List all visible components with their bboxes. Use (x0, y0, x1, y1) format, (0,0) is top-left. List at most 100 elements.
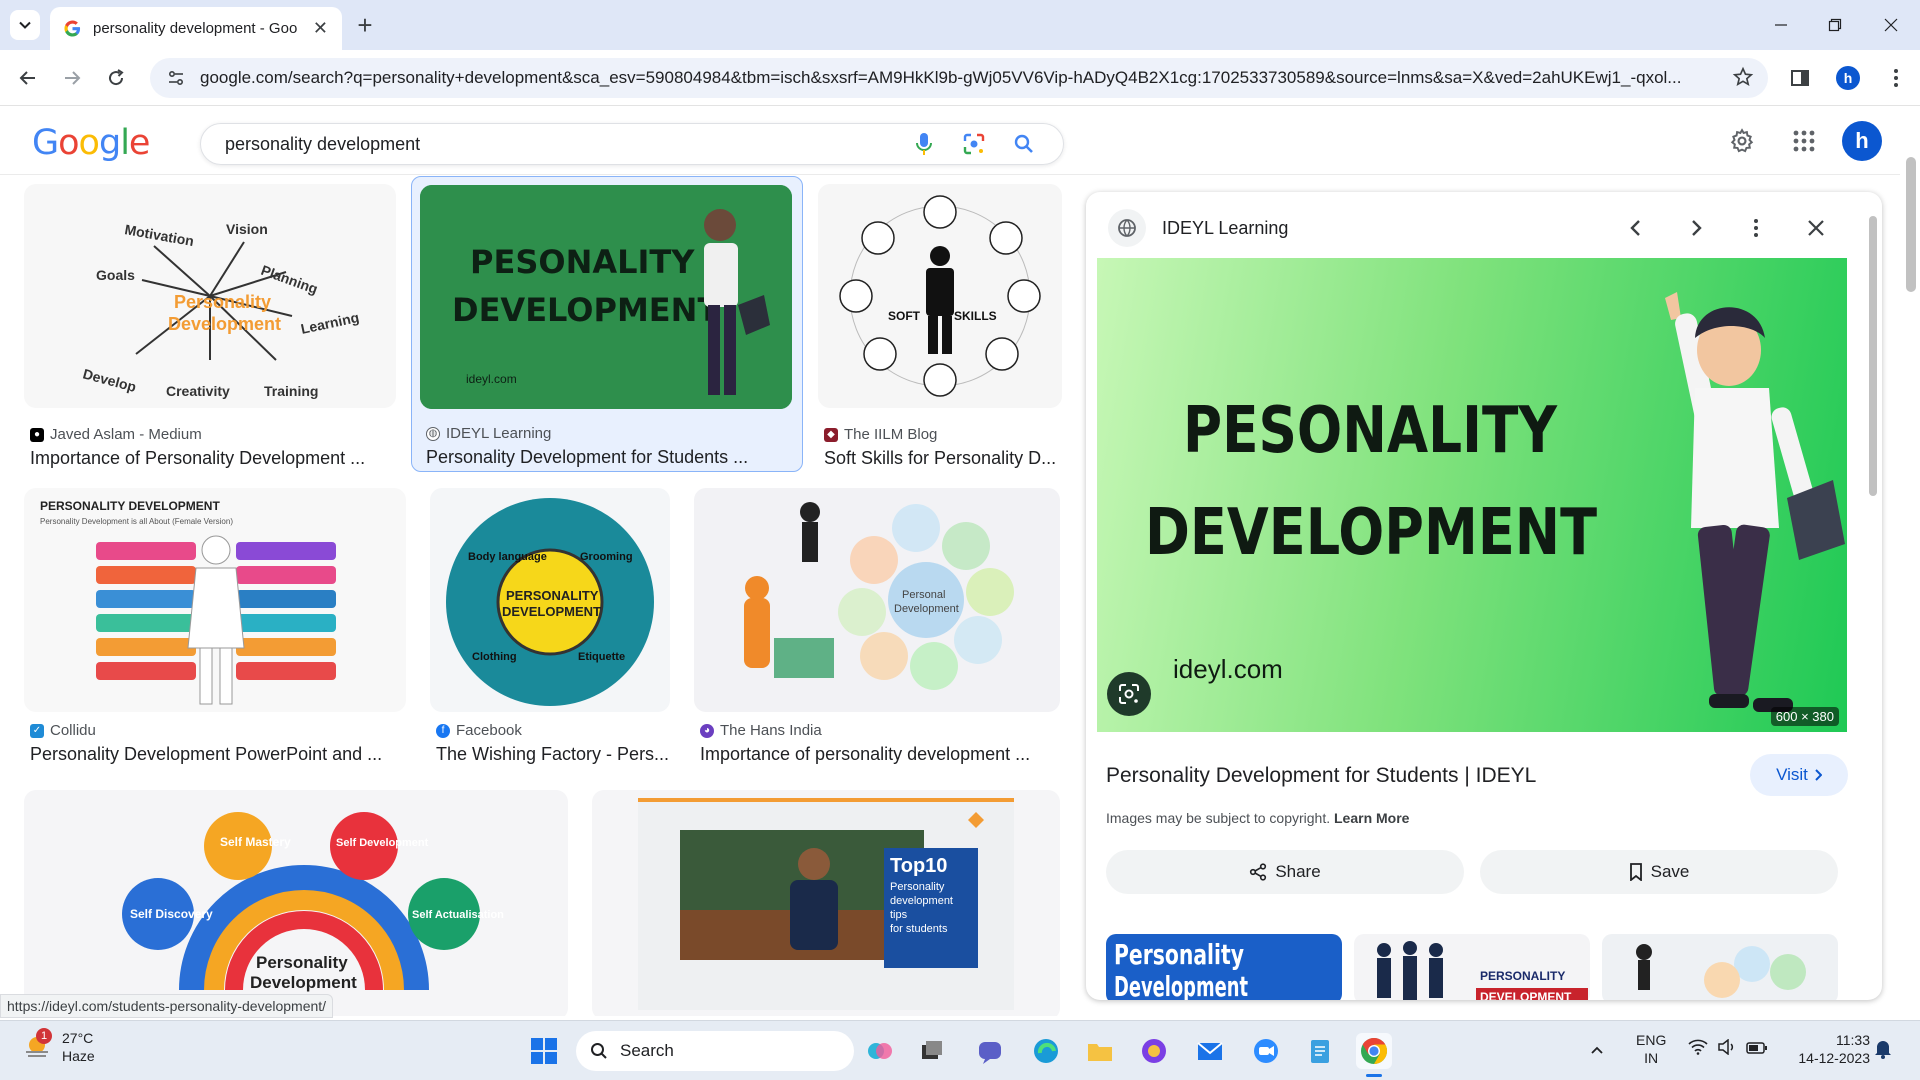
image-result-card[interactable]: Personality Development Self Mastery Sel… (24, 790, 568, 1016)
taskbar-search[interactable]: Search (576, 1031, 854, 1071)
lens-search-button[interactable] (1107, 672, 1151, 716)
taskbar-app-notepad[interactable] (1302, 1033, 1338, 1069)
weather-widget[interactable]: 1 27°C Haze (22, 1028, 95, 1065)
result-thumbnail[interactable]: PERSONALITY DEVELOPMENT Body language Gr… (430, 488, 670, 712)
page-scrollbar[interactable] (1902, 107, 1920, 1017)
taskbar-app-zoom[interactable] (1248, 1033, 1284, 1069)
close-panel-button[interactable] (1796, 208, 1836, 248)
bell-icon (1875, 1041, 1891, 1059)
address-bar[interactable]: google.com/search?q=personality+developm… (150, 58, 1768, 98)
account-button[interactable]: h (1842, 121, 1882, 161)
share-button[interactable]: Share (1106, 850, 1464, 894)
more-options-button[interactable] (1736, 208, 1776, 248)
start-button[interactable] (526, 1033, 562, 1069)
lens-search-icon[interactable] (959, 129, 989, 159)
restore-button[interactable] (1806, 0, 1864, 50)
image-result-card[interactable]: SOFT SKILLS ◆ The IILM Blog Soft Skills … (818, 184, 1062, 472)
wifi-icon (1688, 1039, 1708, 1055)
active-tab[interactable]: personality development - Goo ✕ (50, 7, 342, 50)
taskbar-app-task-view[interactable] (914, 1033, 950, 1069)
panel-scrollbar[interactable] (1866, 202, 1880, 992)
result-title[interactable]: Soft Skills for Personality D... (824, 448, 1060, 469)
image-result-card-selected[interactable]: PESONALITY DEVELOPMENT ideyl.com ◍ IDEYL… (411, 176, 803, 472)
result-thumbnail[interactable]: Motivation Vision Goals Planning Persona… (24, 184, 396, 408)
next-result-button[interactable] (1676, 208, 1716, 248)
image-result-card[interactable]: Motivation Vision Goals Planning Persona… (24, 184, 396, 472)
result-source-name: The IILM Blog (844, 426, 938, 443)
weather-badge: 1 (36, 1028, 52, 1044)
tab-close-icon[interactable]: ✕ (313, 18, 328, 39)
image-result-card[interactable]: PERSONALITY DEVELOPMENT Personality Deve… (24, 488, 406, 776)
chrome-menu-button[interactable] (1880, 62, 1912, 94)
image-result-card[interactable]: PERSONALITY DEVELOPMENT Body language Gr… (430, 488, 670, 776)
result-title[interactable]: Importance of personality development ..… (700, 744, 1058, 765)
search-icon[interactable] (1009, 129, 1039, 159)
new-tab-button[interactable]: + (352, 12, 378, 38)
panel-site-name[interactable]: IDEYL Learning (1162, 218, 1288, 239)
side-panel-button[interactable] (1784, 62, 1816, 94)
bookmark-star-icon[interactable] (1732, 66, 1754, 93)
google-search-box[interactable]: personality development (200, 123, 1064, 165)
result-thumbnail[interactable]: Personal Development (694, 488, 1060, 712)
mindmap-vision: Vision (226, 221, 268, 237)
visit-button[interactable]: Visit (1750, 754, 1848, 796)
related-image[interactable] (1602, 934, 1838, 1000)
share-label: Share (1275, 862, 1321, 881)
result-thumbnail[interactable]: Top10 Personality development tips for s… (592, 790, 1060, 1016)
image-result-card[interactable]: Top10 Personality development tips for s… (592, 790, 1060, 1016)
result-thumbnail[interactable]: Personality Development Self Mastery Sel… (24, 790, 568, 1016)
forward-button[interactable] (56, 62, 88, 94)
voice-search-icon[interactable] (909, 129, 939, 159)
thumb-clothing: Clothing (472, 651, 517, 663)
taskbar-app-teams[interactable] (972, 1033, 1008, 1069)
language-indicator[interactable]: ENG IN (1636, 1031, 1666, 1067)
previous-result-button[interactable] (1616, 208, 1656, 248)
ideyl-thumbnail-illustration: PESONALITY DEVELOPMENT ideyl.com (420, 185, 792, 409)
taskbar-app-mail[interactable] (1192, 1033, 1228, 1069)
result-title[interactable]: Importance of Personality Development ..… (30, 448, 394, 469)
back-button[interactable] (12, 62, 44, 94)
result-title[interactable]: The Wishing Factory - Pers... (436, 744, 668, 765)
panel-scrollbar-thumb[interactable] (1869, 216, 1877, 496)
save-button[interactable]: Save (1480, 850, 1838, 894)
personality-arcs-illustration: Personality Development Self Mastery Sel… (122, 812, 504, 1016)
notifications-button[interactable] (1874, 1039, 1892, 1063)
region-code: IN (1644, 1050, 1659, 1066)
result-thumbnail[interactable]: PERSONALITY DEVELOPMENT Personality Deve… (24, 488, 406, 712)
clock[interactable]: 11:33 14-12-2023 (1790, 1031, 1870, 1067)
settings-button[interactable] (1722, 121, 1762, 161)
search-query-text: personality development (225, 133, 421, 154)
taskbar-app-chrome[interactable] (1356, 1033, 1392, 1077)
profile-button[interactable]: h (1832, 62, 1864, 94)
network-volume-battery[interactable] (1688, 1038, 1768, 1059)
result-thumbnail[interactable]: PESONALITY DEVELOPMENT ideyl.com (420, 185, 792, 409)
image-result-card[interactable]: Personal Development ◕ The Hans India Im… (694, 488, 1060, 776)
reload-button[interactable] (100, 62, 132, 94)
related-label-2: DEVELOPMENT (1480, 990, 1572, 1000)
close-window-button[interactable] (1862, 0, 1920, 50)
google-logo[interactable]: Google (32, 123, 150, 163)
preview-title[interactable]: Personality Development for Students | I… (1106, 764, 1536, 788)
browser-toolbar: google.com/search?q=personality+developm… (0, 50, 1920, 106)
learn-more-link[interactable]: Learn More (1334, 810, 1409, 826)
arrow-right-icon (65, 71, 81, 85)
minimize-button[interactable] (1752, 0, 1810, 50)
related-image[interactable]: PERSONALITY DEVELOPMENT (1354, 934, 1590, 1000)
taskbar-app-file-explorer[interactable] (1082, 1033, 1118, 1069)
related-image[interactable]: Personality Development (1106, 934, 1342, 1000)
result-title[interactable]: Personality Development for Students ... (426, 447, 796, 468)
page-scrollbar-thumb[interactable] (1906, 157, 1916, 292)
lens-icon (1119, 684, 1139, 704)
preview-image[interactable]: PESONALITY DEVELOPMENT ideyl.com 600 × 3… (1097, 258, 1847, 732)
result-thumbnail[interactable]: SOFT SKILLS (818, 184, 1062, 408)
site-info-icon[interactable] (164, 66, 188, 90)
mindmap-develop: Develop (81, 365, 138, 395)
taskbar-app-copilot[interactable] (862, 1033, 898, 1069)
tab-search-button[interactable] (10, 10, 40, 40)
result-title[interactable]: Personality Development PowerPoint and .… (30, 744, 406, 765)
related-image-illustration (1636, 944, 1806, 998)
google-apps-button[interactable] (1784, 121, 1824, 161)
taskbar-app-brave[interactable] (1136, 1033, 1172, 1069)
taskbar-app-edge[interactable] (1028, 1033, 1064, 1069)
show-hidden-icons-button[interactable] (1590, 1041, 1604, 1059)
